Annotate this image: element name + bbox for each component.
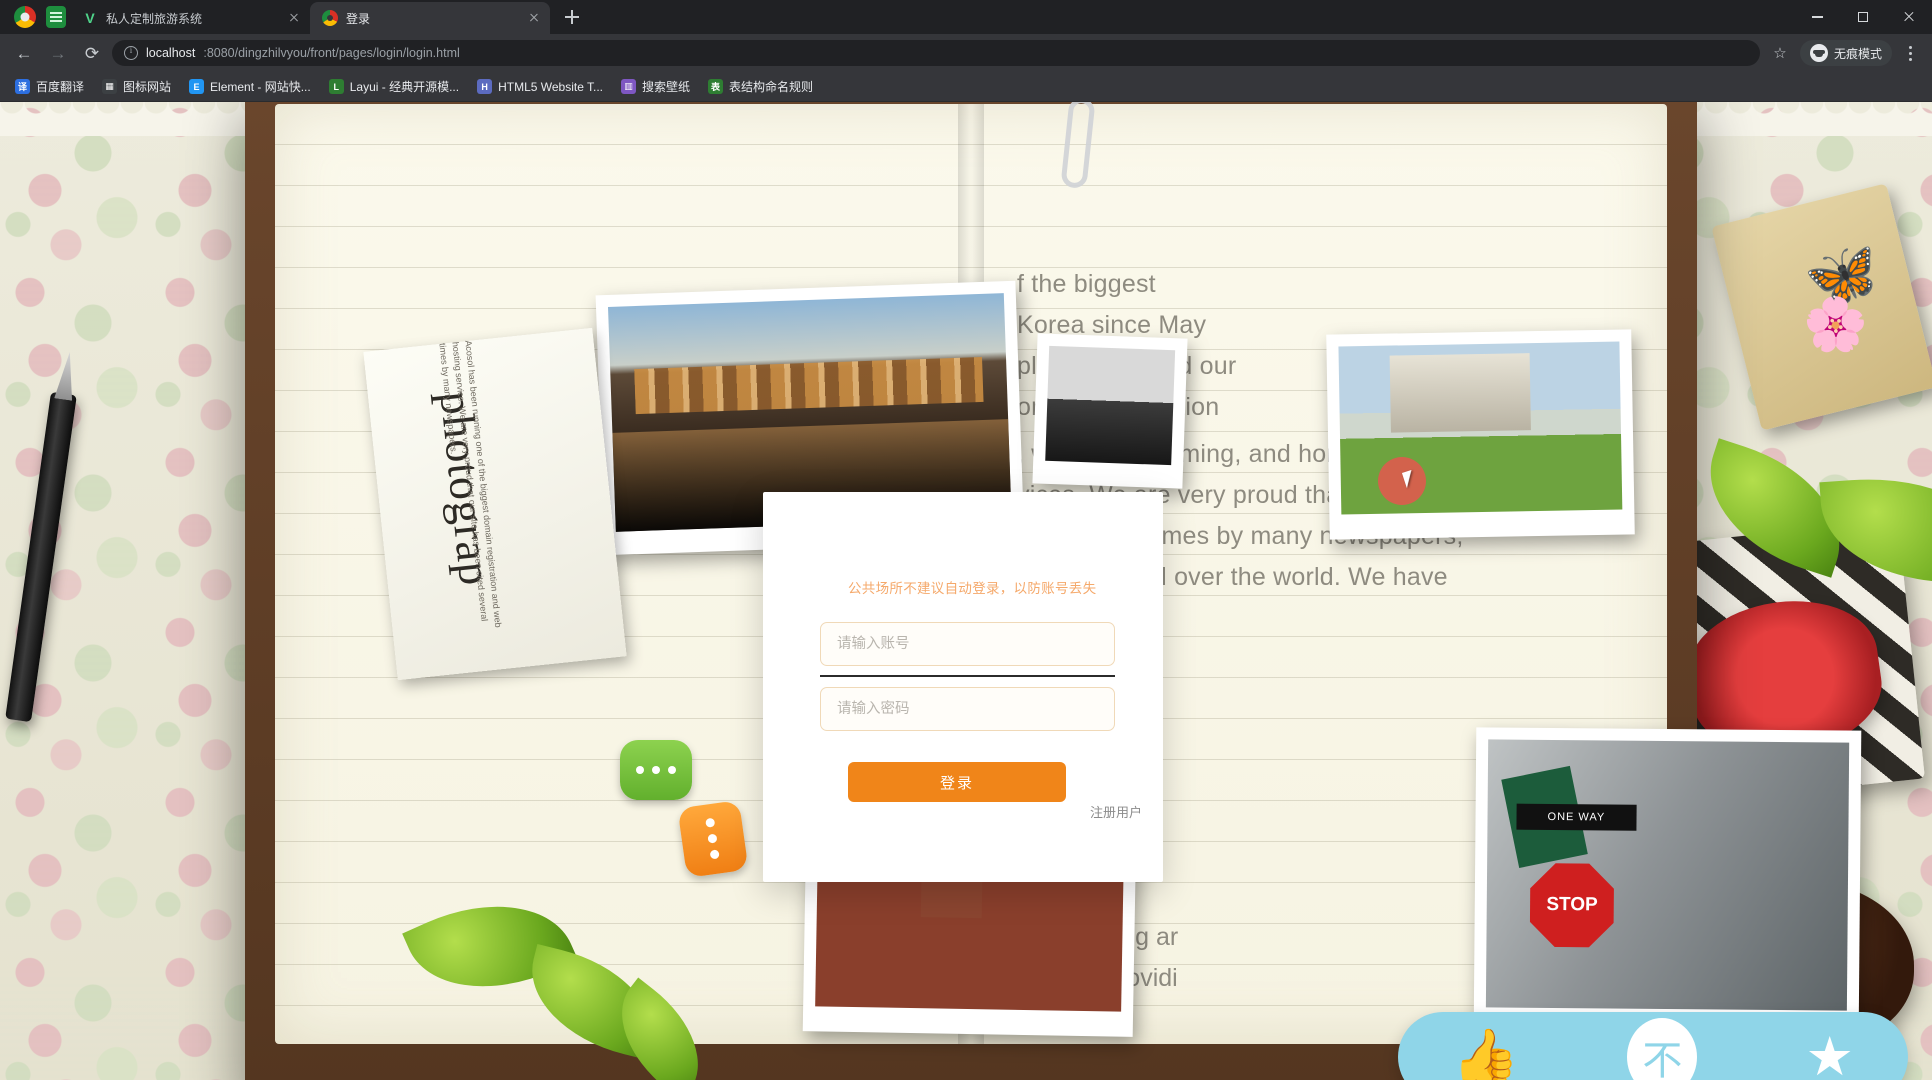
password-input[interactable] — [821, 688, 1114, 730]
bookmark-favicon: ▦ — [102, 79, 118, 94]
chrome-icon — [322, 10, 338, 26]
register-user-link[interactable]: 注册用户 — [1090, 802, 1142, 821]
close-tab-2-icon[interactable] — [526, 10, 542, 26]
maximize-button[interactable] — [1840, 0, 1886, 34]
bu-circle-icon[interactable]: 不 — [1627, 1018, 1698, 1080]
login-submit-button[interactable]: 登录 — [848, 762, 1066, 802]
minimize-button[interactable] — [1794, 0, 1840, 34]
bookmark-label: Layui - 经典开源模... — [349, 80, 460, 94]
bookmark-favicon: ▥ — [621, 79, 637, 94]
forward-button[interactable]: → — [44, 39, 72, 67]
photography-flap: photograp Acosol has been running one of… — [363, 327, 627, 681]
bookmark-label: 百度翻译 — [36, 80, 85, 94]
bookmark-favicon: H — [477, 79, 493, 94]
star-icon[interactable]: ★ — [1806, 1030, 1854, 1080]
incognito-label: 无痕模式 — [1833, 46, 1882, 61]
bookmark-item[interactable]: 表 表结构命名规则 — [701, 75, 820, 98]
chat-bubble-icon — [620, 740, 692, 800]
bookmark-item[interactable]: ▦ 图标网站 — [95, 75, 178, 98]
browser-tab-1-title: 私人定制旅游系统 — [106, 11, 203, 26]
bookmark-label: Element - 网站快... — [210, 80, 311, 94]
bookmark-item[interactable]: ▥ 搜索壁纸 — [614, 75, 697, 98]
photo-street-signs: ONE WAY STOP — [1473, 727, 1862, 1031]
bookmark-item[interactable]: L Layui - 经典开源模... — [322, 75, 466, 98]
login-panel: 公共场所不建议自动登录，以防账号丢失 登录 — [763, 492, 1163, 882]
bookmark-item[interactable]: H HTML5 Website T... — [470, 76, 610, 97]
kebab-menu-icon[interactable] — [1898, 41, 1922, 65]
thumbs-up-icon[interactable]: 👍 — [1452, 1030, 1519, 1080]
tab-strip: V 私人定制旅游系统 登录 — [0, 0, 1932, 34]
browser-toolbar: ← → ⟳ localhost :8080/dingzhilvyou/front/… — [0, 34, 1932, 72]
bookmark-label: 表结构命名规则 — [729, 80, 814, 94]
username-field-wrapper — [820, 622, 1115, 666]
photo-park-building — [1326, 329, 1635, 540]
bookmark-label: 搜索壁纸 — [642, 80, 691, 94]
stop-sign: STOP — [1530, 863, 1615, 948]
browser-tab-2[interactable]: 登录 — [310, 2, 550, 34]
password-field-wrapper — [820, 687, 1115, 731]
incognito-icon — [1809, 44, 1828, 62]
dots-bubble-icon — [677, 800, 749, 878]
browser-tab-1[interactable]: V 私人定制旅游系统 — [70, 2, 310, 34]
chrome-logo-icon — [14, 6, 36, 28]
bookmark-item[interactable]: 译 百度翻译 — [8, 75, 91, 98]
one-way-sign: ONE WAY — [1516, 803, 1637, 832]
new-tab-button[interactable] — [558, 3, 586, 31]
username-input[interactable] — [821, 623, 1114, 665]
browser-window: V 私人定制旅游系统 登录 ← → ⟳ localhost :8080/dingz… — [0, 0, 1932, 1080]
site-info-icon[interactable] — [124, 45, 138, 60]
close-window-button[interactable] — [1886, 0, 1932, 34]
bookmark-star-icon[interactable]: ☆ — [1766, 39, 1794, 67]
browser-tab-2-title: 登录 — [346, 11, 371, 26]
incognito-indicator[interactable]: 无痕模式 — [1799, 40, 1892, 66]
page-viewport: f the biggest Korea since May ple have v… — [0, 102, 1932, 1080]
bookmark-favicon: L — [328, 79, 344, 94]
bookmark-item[interactable]: E Element - 网站快... — [182, 75, 318, 98]
social-action-bar: 👍 不 ★ — [1398, 1012, 1908, 1080]
flower-icon: 🌸 — [1803, 296, 1868, 354]
address-bar[interactable]: localhost :8080/dingzhilvyou/front/pages/… — [112, 40, 1760, 66]
login-warning-text: 公共场所不建议自动登录，以防账号丢失 — [848, 581, 1097, 596]
bookmark-favicon: 表 — [708, 79, 724, 94]
bookmark-favicon: 译 — [15, 79, 30, 94]
window-controls — [1794, 0, 1932, 34]
field-divider — [820, 675, 1115, 677]
bookmark-label: HTML5 Website T... — [498, 79, 604, 94]
photo-bw-monument — [1032, 333, 1188, 489]
tab-group-chip[interactable] — [46, 6, 66, 28]
v-logo-icon: V — [85, 10, 95, 26]
back-button[interactable]: ← — [10, 39, 38, 67]
bookmark-favicon: E — [189, 79, 205, 94]
url-host: localhost — [146, 46, 196, 60]
reload-button[interactable]: ⟳ — [78, 39, 106, 67]
bookmark-label: 图标网站 — [123, 80, 172, 94]
url-path: :8080/dingzhilvyou/front/pages/login/log… — [203, 46, 460, 60]
close-tab-1-icon[interactable] — [286, 10, 302, 26]
bookmarks-bar: 译 百度翻译 ▦ 图标网站 E Element - 网站快... L Layui… — [0, 72, 1932, 102]
